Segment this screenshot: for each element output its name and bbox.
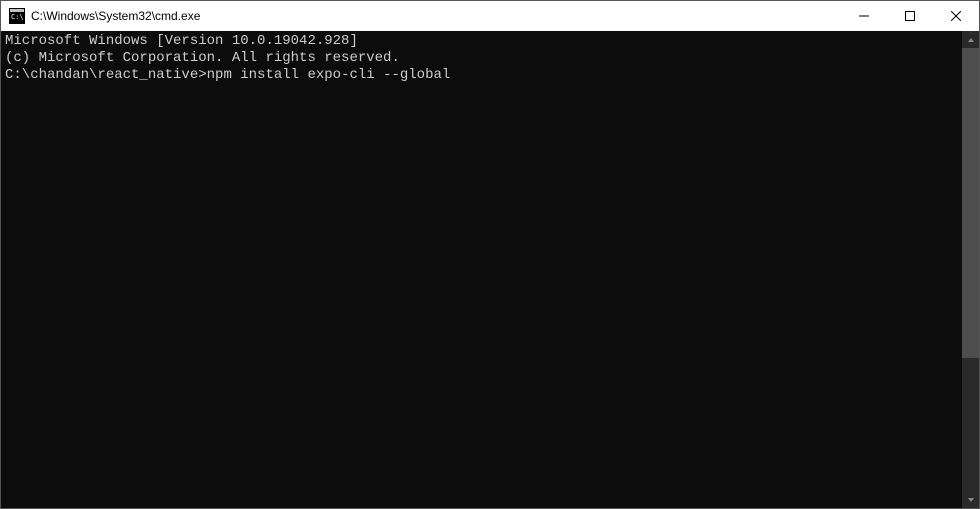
terminal-prompt: C:\chandan\react_native> (5, 67, 207, 83)
terminal-output[interactable]: Microsoft Windows [Version 10.0.19042.92… (1, 31, 962, 508)
close-icon (951, 11, 961, 21)
scrollbar-thumb[interactable] (962, 48, 979, 358)
scrollbar-up-arrow[interactable] (962, 31, 979, 48)
window-controls (841, 1, 979, 31)
maximize-button[interactable] (887, 1, 933, 31)
svg-text:C:\: C:\ (11, 13, 24, 21)
titlebar[interactable]: C:\ C:\Windows\System32\cmd.exe (1, 1, 979, 31)
terminal-prompt-line: C:\chandan\react_native>npm install expo… (5, 67, 958, 84)
close-button[interactable] (933, 1, 979, 31)
chevron-up-icon (967, 36, 975, 44)
scrollbar-track[interactable] (962, 48, 979, 491)
terminal-line: Microsoft Windows [Version 10.0.19042.92… (5, 33, 958, 50)
scrollbar-down-arrow[interactable] (962, 491, 979, 508)
minimize-button[interactable] (841, 1, 887, 31)
maximize-icon (905, 11, 915, 21)
vertical-scrollbar[interactable] (962, 31, 979, 508)
minimize-icon (859, 11, 869, 21)
terminal-command: npm install expo-cli --global (207, 67, 451, 83)
terminal-line: (c) Microsoft Corporation. All rights re… (5, 50, 958, 67)
window-title: C:\Windows\System32\cmd.exe (31, 9, 841, 23)
cmd-window: C:\ C:\Windows\System32\cmd.exe (0, 0, 980, 509)
content-area: Microsoft Windows [Version 10.0.19042.92… (1, 31, 979, 508)
cmd-icon: C:\ (9, 8, 25, 24)
chevron-down-icon (967, 496, 975, 504)
